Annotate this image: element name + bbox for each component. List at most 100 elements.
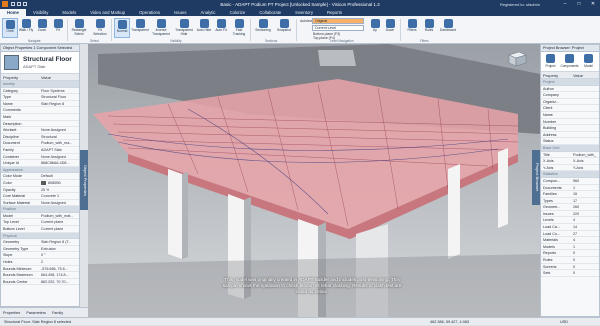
fit-selection-button[interactable]: Fit Selection bbox=[91, 18, 109, 38]
property-row[interactable]: Levels 4 bbox=[541, 217, 599, 225]
orbit-button[interactable]: Orbit bbox=[2, 18, 18, 38]
property-row[interactable]: Opacity 25 % bbox=[1, 187, 79, 194]
components-view-button[interactable]: Components bbox=[560, 52, 579, 71]
property-row[interactable]: Container None Assigned bbox=[1, 154, 79, 161]
property-row[interactable]: Comments bbox=[1, 107, 79, 114]
identity-section-header[interactable]: Identity bbox=[1, 81, 79, 88]
property-row[interactable]: Category Floor Systems bbox=[1, 88, 79, 95]
property-row[interactable]: Address bbox=[541, 132, 599, 139]
view-cube[interactable] bbox=[506, 50, 528, 68]
tab-inventory[interactable]: Inventory bbox=[288, 9, 320, 16]
inverse-transparent-button[interactable]: Inverse Transparent bbox=[150, 18, 172, 38]
fast-tracking-button[interactable]: Fast Tracking bbox=[230, 18, 248, 38]
tab-properties[interactable]: Properties bbox=[0, 311, 23, 315]
base-grid-section-header[interactable]: Base Grid bbox=[541, 144, 599, 152]
property-row[interactable]: Author bbox=[541, 86, 599, 93]
property-row[interactable]: Rules 0 bbox=[541, 257, 599, 264]
property-row[interactable]: Y-Axis Y-Axis bbox=[541, 165, 599, 172]
physical-section-header[interactable]: Physical bbox=[1, 232, 79, 240]
tab-parameters[interactable]: Parameters bbox=[23, 311, 49, 315]
property-row[interactable]: Surface Material None Assigned bbox=[1, 200, 79, 207]
undo-icon[interactable] bbox=[17, 2, 21, 6]
property-row[interactable]: Document Podium_with_ma... bbox=[1, 140, 79, 147]
property-row[interactable]: Reports 0 bbox=[541, 250, 599, 258]
dashboard-button[interactable]: Dashboard bbox=[438, 18, 458, 38]
property-row[interactable]: Company bbox=[541, 92, 599, 99]
close-button[interactable]: ✕ bbox=[586, 0, 600, 8]
property-row[interactable]: Models 1 bbox=[541, 244, 599, 251]
auto-hide-button[interactable]: Auto Hide bbox=[196, 18, 212, 38]
property-row[interactable]: Bounds Minimum -576.686, 75.6... bbox=[1, 266, 79, 273]
property-row[interactable]: Mark bbox=[1, 114, 79, 121]
property-row[interactable]: Name bbox=[541, 112, 599, 119]
property-row[interactable]: Geometry Type Extrusion bbox=[1, 246, 79, 253]
sectioning-button[interactable]: Sectioning bbox=[253, 18, 273, 38]
property-row[interactable]: Color Mode Default bbox=[1, 173, 79, 180]
property-row[interactable]: Number bbox=[541, 119, 599, 126]
app-logo-icon[interactable] bbox=[2, 1, 8, 7]
3d-viewport[interactable]: This model was originally created in ADA… bbox=[88, 44, 540, 317]
auto-fit-button[interactable]: Auto Fit bbox=[213, 18, 229, 38]
property-row[interactable]: Geometry Slab Region 8 (T... bbox=[1, 239, 79, 246]
appearance-section-header[interactable]: Appearance bbox=[1, 166, 79, 174]
position-section-header[interactable]: Position bbox=[1, 206, 79, 213]
current-level-field[interactable]: Current Level bbox=[312, 25, 364, 31]
property-row[interactable]: Top Level Current plane bbox=[1, 219, 79, 227]
tab-colorize[interactable]: Colorize bbox=[223, 9, 253, 16]
property-row[interactable]: Workset None Assigned bbox=[1, 127, 79, 134]
filters-button[interactable]: Filters bbox=[404, 18, 420, 38]
property-row[interactable]: Bottom Level Current plane bbox=[1, 226, 79, 233]
project-browser-vtab[interactable]: Project Browser bbox=[532, 150, 540, 205]
tab-home[interactable]: Home bbox=[0, 9, 26, 16]
maximize-button[interactable]: □ bbox=[572, 0, 586, 8]
tab-models[interactable]: Models bbox=[55, 9, 83, 16]
property-row[interactable]: Bounds Maximum 664.498, 174.8... bbox=[1, 272, 79, 279]
property-row[interactable]: Building bbox=[541, 125, 599, 132]
tab-collaborate[interactable]: Collaborate bbox=[252, 9, 288, 16]
property-row[interactable]: Issues 220 bbox=[541, 211, 599, 218]
rules-button[interactable]: Rules bbox=[421, 18, 437, 38]
project-section-header[interactable]: Project bbox=[541, 79, 599, 86]
tab-issues[interactable]: Issues bbox=[167, 9, 193, 16]
column[interactable] bbox=[498, 148, 508, 228]
color-swatch[interactable] bbox=[41, 180, 46, 185]
object-properties-vtab[interactable]: Object Properties bbox=[80, 150, 88, 210]
property-row[interactable]: Families 15 bbox=[541, 191, 599, 198]
redo-icon[interactable] bbox=[23, 2, 27, 6]
property-row[interactable]: Screens 0 bbox=[541, 264, 599, 271]
property-row[interactable]: Documents 1 bbox=[541, 185, 599, 192]
property-row[interactable]: Client bbox=[541, 105, 599, 112]
property-row[interactable]: Name Slab Region 8 bbox=[1, 101, 79, 108]
walk-fly-button[interactable]: Walk / Fly bbox=[18, 18, 34, 38]
property-row[interactable]: Color 8080B0 bbox=[1, 180, 79, 187]
level-up-button[interactable]: Up bbox=[368, 18, 382, 38]
transparent-button[interactable]: Transparent bbox=[131, 18, 149, 38]
property-row[interactable]: Unique Id 868C86A6-4D8... bbox=[1, 160, 79, 167]
property-row[interactable]: Family ADAPT Slab bbox=[1, 147, 79, 154]
tab-family[interactable]: Family bbox=[49, 311, 66, 315]
tab-operations[interactable]: Operations bbox=[132, 9, 167, 16]
project-view-button[interactable]: Project bbox=[541, 52, 560, 71]
column[interactable] bbox=[448, 164, 460, 259]
model-view-button[interactable]: Model bbox=[579, 52, 598, 71]
transparent-hide-button[interactable]: Transparent Hide bbox=[174, 18, 194, 38]
normal-button[interactable]: Normal bbox=[114, 18, 130, 38]
property-row[interactable]: Organiz... bbox=[541, 99, 599, 106]
zoom-button[interactable]: Zoom bbox=[34, 18, 50, 38]
statistics-section-header[interactable]: Statistics bbox=[541, 171, 599, 178]
property-row[interactable]: Types 17 bbox=[541, 198, 599, 205]
property-row[interactable]: Compon... 960 bbox=[541, 178, 599, 185]
property-row[interactable]: Materials 4 bbox=[541, 237, 599, 244]
level-selector[interactable]: Original bbox=[312, 18, 364, 24]
snapshot-button[interactable]: Snapshot bbox=[275, 18, 293, 38]
property-row[interactable]: Holes 2 bbox=[1, 259, 79, 266]
tab-analytic[interactable]: Analytic bbox=[194, 9, 223, 16]
property-row[interactable]: Discipline Structural bbox=[1, 134, 79, 141]
tab-visibility[interactable]: Visibility bbox=[26, 9, 55, 16]
property-row[interactable]: Slope 0 ° bbox=[1, 252, 79, 260]
property-row[interactable]: Sets 0 bbox=[541, 270, 599, 277]
tab-reports[interactable]: Reports bbox=[320, 9, 349, 16]
rectangle-select-button[interactable]: Rectangle Select bbox=[69, 18, 89, 38]
property-row[interactable]: Geometr... 260 bbox=[541, 204, 599, 211]
property-row[interactable]: Model Podium_with_mat... bbox=[1, 213, 79, 220]
